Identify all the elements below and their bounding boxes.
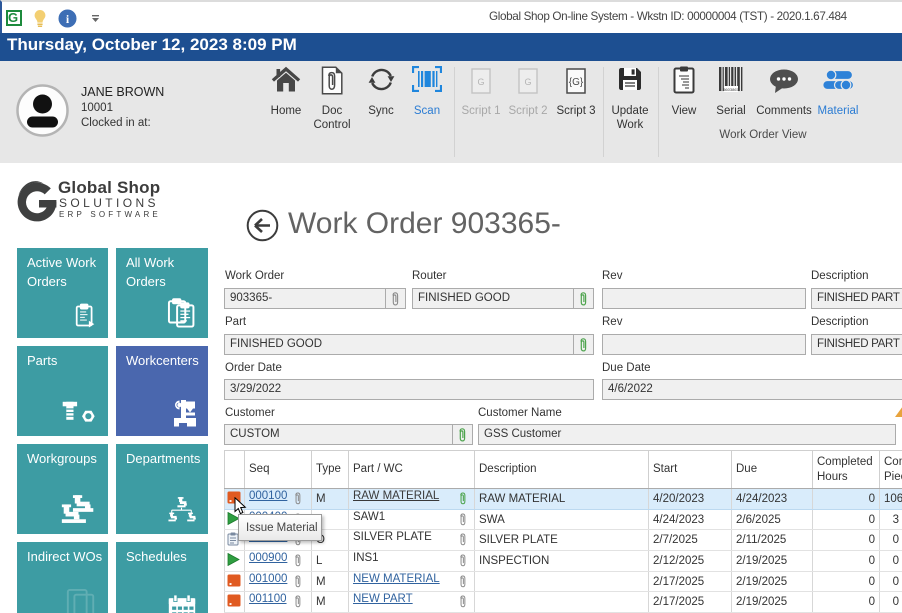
svg-text:5603867: 5603867 [723, 87, 739, 92]
svg-text:G: G [524, 77, 531, 87]
svg-text:G: G [477, 77, 484, 87]
svg-text:{G}: {G} [569, 77, 584, 88]
